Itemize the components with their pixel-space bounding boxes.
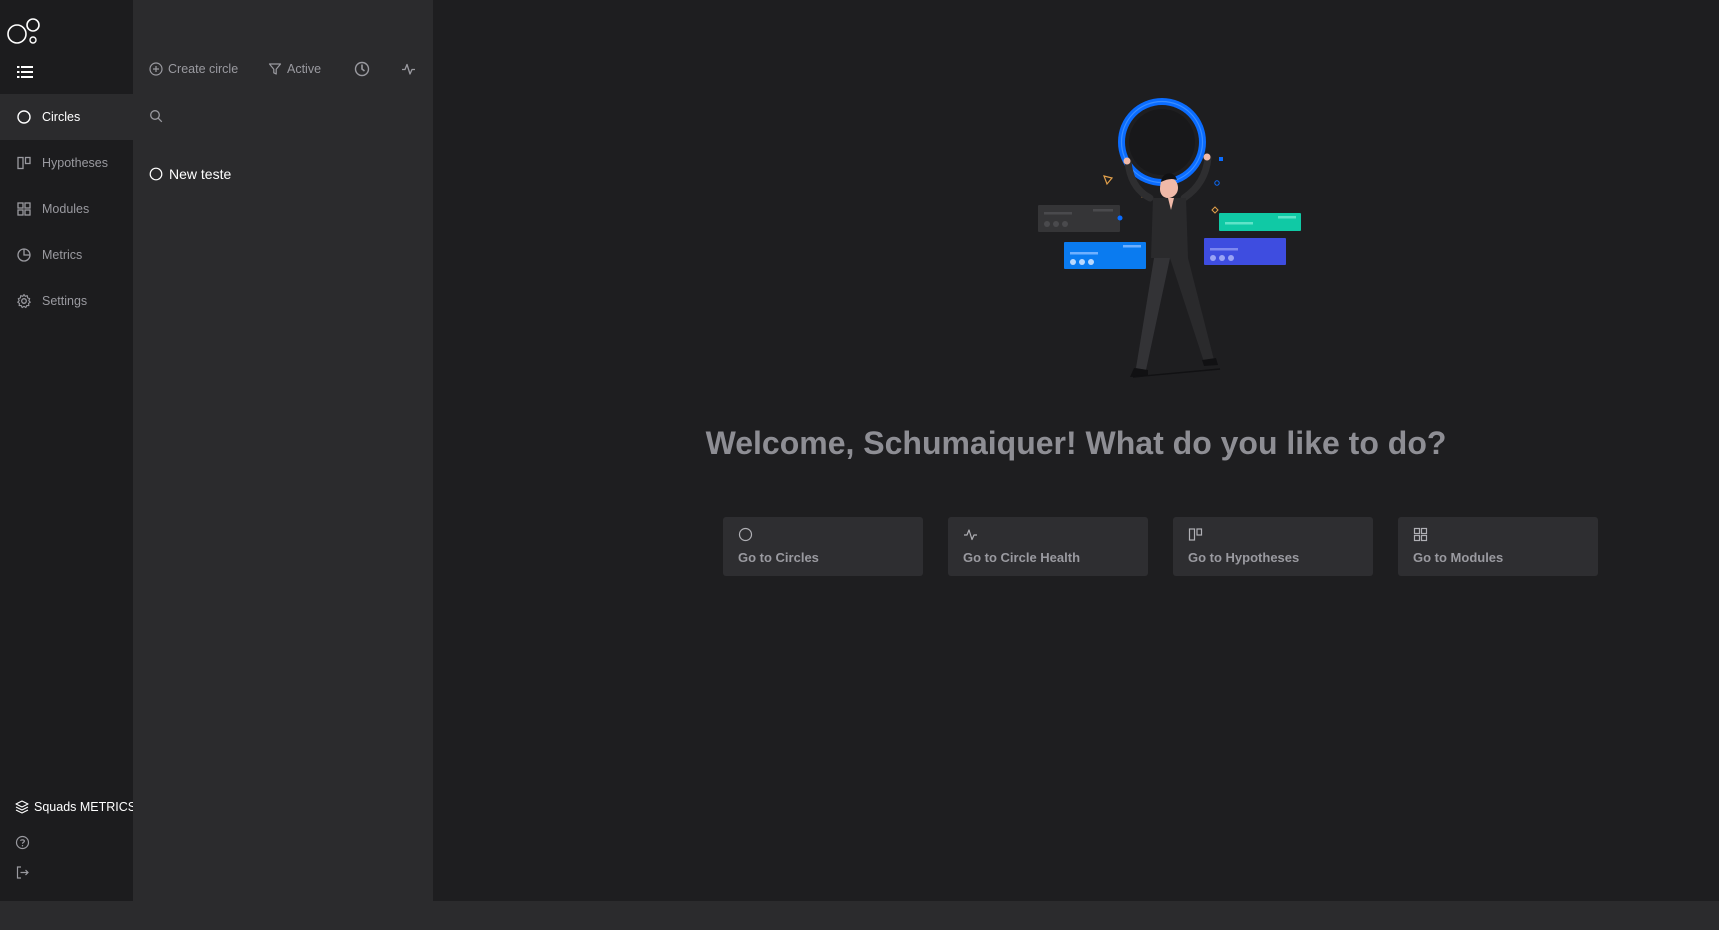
pie-chart-icon (17, 248, 31, 262)
create-circle-label: Create circle (168, 62, 239, 76)
sidebar-item-label: Hypotheses (42, 156, 109, 170)
main-content: Welcome, Schumaiquer! What do you like t… (433, 0, 1719, 901)
activity-icon (402, 63, 415, 75)
card-label: Go to Circles (738, 550, 819, 565)
active-filter-button[interactable]: Active (268, 62, 321, 76)
go-to-hypotheses-card[interactable]: Go to Hypotheses (1173, 517, 1373, 576)
kanban-icon (17, 156, 31, 170)
welcome-illustration (1038, 98, 1301, 378)
charles-circles-logo[interactable] (5, 18, 45, 46)
sidebar-item-circles[interactable]: Circles (0, 94, 133, 140)
create-circle-button[interactable]: Create circle (149, 62, 238, 76)
sidebar-item-label: Settings (42, 294, 88, 308)
list-item[interactable]: New teste (149, 166, 231, 182)
plus-circle-icon (149, 62, 163, 76)
sidebar-item-label: Metrics (42, 248, 83, 262)
bottom-bar (0, 901, 1719, 930)
workspace-name: Squads METRICS (34, 800, 137, 814)
layers-icon (15, 800, 29, 814)
card-label: Go to Hypotheses (1188, 550, 1300, 565)
circle-health-button[interactable] (401, 62, 421, 76)
go-to-circle-health-card[interactable]: Go to Circle Health (948, 517, 1148, 576)
sidebar: Circles Hypotheses Modules Metrics Setti… (0, 0, 136, 901)
logout-icon[interactable] (15, 865, 30, 880)
card-label: Go to Modules (1413, 550, 1504, 565)
card-label: Go to Circle Health (963, 550, 1081, 565)
history-button[interactable] (354, 61, 375, 77)
circle-icon (17, 110, 31, 124)
welcome-heading: Welcome, Schumaiquer! What do you like t… (705, 425, 1447, 461)
workspace-selector[interactable]: Squads METRICS (15, 800, 136, 814)
circles-panel: Create circle Active New teste (133, 0, 433, 901)
activity-icon (964, 529, 977, 541)
circle-name: New teste (169, 166, 232, 182)
sidebar-item-label: Circles (42, 110, 81, 124)
gear-icon (17, 293, 31, 309)
sidebar-item-modules[interactable]: Modules (0, 186, 133, 232)
go-to-modules-card[interactable]: Go to Modules (1398, 517, 1598, 576)
search-icon[interactable] (149, 109, 163, 123)
kanban-icon (1188, 528, 1203, 541)
circle-icon (149, 167, 163, 181)
clock-icon (354, 61, 370, 77)
filter-icon (268, 63, 282, 75)
grid-icon (17, 202, 31, 216)
grid-icon (1413, 527, 1428, 542)
list-menu-icon[interactable] (16, 65, 34, 79)
sidebar-item-metrics[interactable]: Metrics (0, 232, 133, 278)
sidebar-item-hypotheses[interactable]: Hypotheses (0, 140, 133, 186)
go-to-circles-card[interactable]: Go to Circles (723, 517, 923, 576)
filter-label: Active (287, 62, 322, 76)
circle-icon (738, 527, 753, 542)
sidebar-item-label: Modules (42, 202, 90, 216)
sidebar-item-settings[interactable]: Settings (0, 278, 133, 324)
app-window: Circles Hypotheses Modules Metrics Setti… (0, 0, 1719, 901)
help-circle-icon[interactable] (15, 835, 30, 850)
